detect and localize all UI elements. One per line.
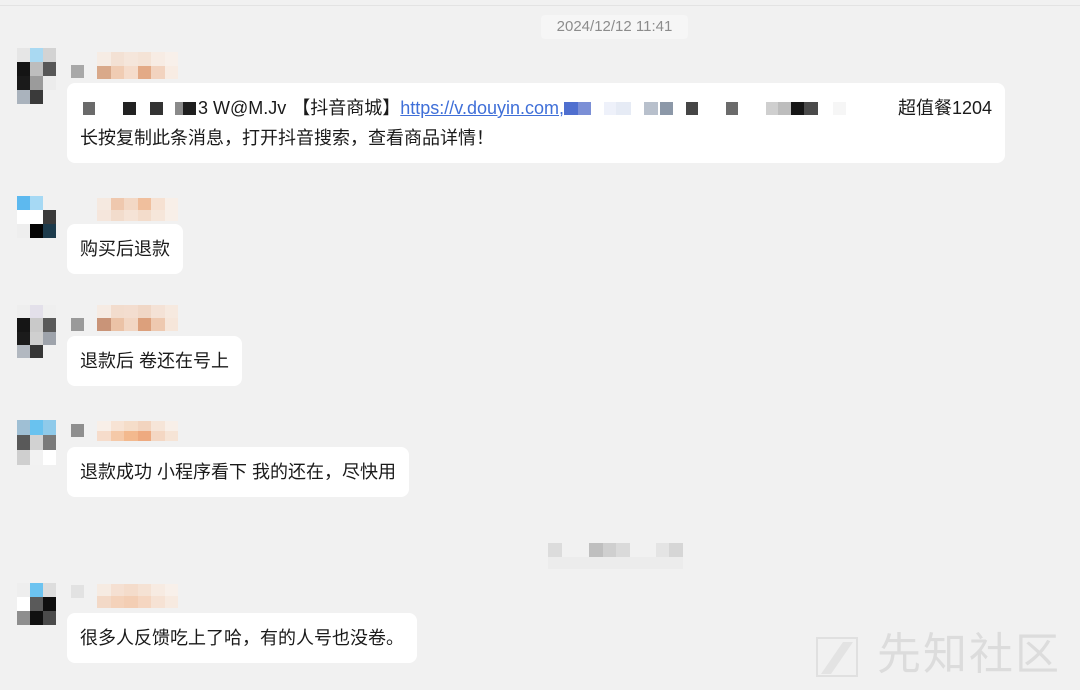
share-code-text: 3 W@M.Jv [198,98,287,118]
sender-name-redacted [97,305,178,331]
message-bubble[interactable]: 3 W@M.Jv 【抖音商城】 https://v.douyin.com, 超值… [67,83,1005,163]
pixelated-redaction [80,93,198,123]
sender-name-redacted-mark [71,424,84,437]
xianzhi-logo-icon [816,637,858,677]
product-name-text: 超值餐1204 [897,98,992,118]
sender-name-redacted-mark [71,585,84,598]
sender-name-redacted [97,584,178,608]
avatar[interactable] [17,48,56,104]
pixelated-redaction [564,93,898,123]
message-timestamp: 2024/12/12 11:41 [541,15,688,39]
top-divider [0,5,1080,6]
sender-name-redacted-mark [71,318,84,331]
watermark: 先知社区 [877,630,1061,679]
platform-tag: 【抖音商城】 [292,98,401,118]
sender-name-redacted-mark [71,65,84,78]
message-bubble[interactable]: 购买后退款 [67,224,183,274]
sender-name-redacted [97,52,178,79]
message-line: 3 W@M.Jv 【抖音商城】 https://v.douyin.com, 超值… [80,93,992,123]
avatar[interactable] [17,583,56,625]
message-bubble[interactable]: 很多人反馈吃上了哈，有的人号也没卷。 [67,613,417,663]
message-line: 长按复制此条消息，打开抖音搜索，查看商品详情！ [80,128,494,148]
system-notice-redacted [548,543,683,570]
sender-name-redacted [97,198,178,221]
chat-window: 2024/12/12 11:41 3 W@M.Jv 【抖音商城】 https:/… [0,0,1080,690]
message-bubble[interactable]: 退款后 卷还在号上 [67,336,243,386]
avatar[interactable] [17,305,56,358]
avatar[interactable] [17,420,56,465]
sender-name-redacted [97,421,178,441]
message-bubble[interactable]: 退款成功 小程序看下 我的还在，尽快用 [67,447,410,497]
douyin-link[interactable]: https://v.douyin.com, [400,93,564,123]
avatar[interactable] [17,196,56,238]
